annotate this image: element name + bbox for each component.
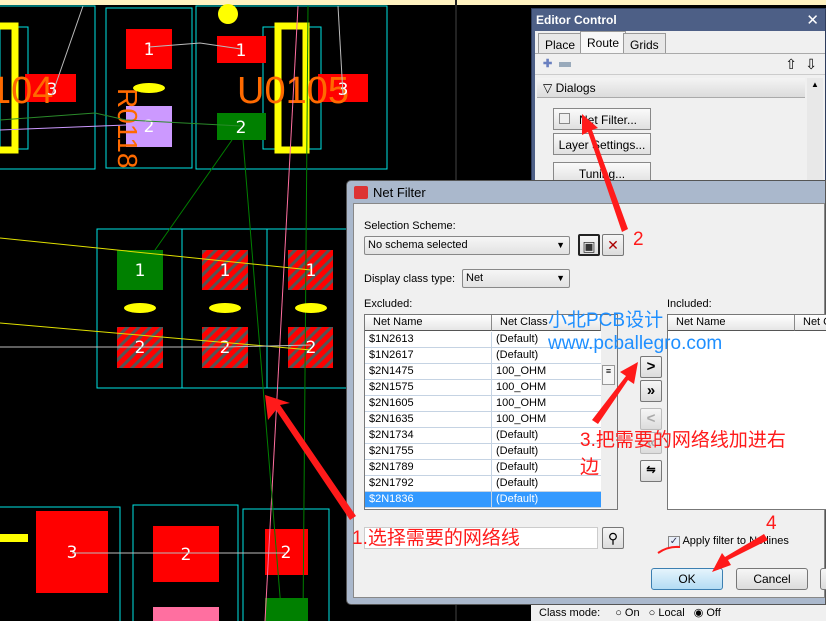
arrow-1 bbox=[265, 395, 356, 520]
arrow-4 bbox=[712, 534, 768, 572]
arrow-2 bbox=[582, 114, 628, 232]
annotation-step1: 1.选择需要的网络线 bbox=[352, 528, 520, 549]
annotation-step3-cont: 边 bbox=[580, 457, 600, 478]
annotation-step2: 2 bbox=[633, 229, 644, 250]
annotation-step4: 4 bbox=[766, 513, 777, 534]
annotation-step3: 3.把需要的网络线加进右 bbox=[580, 430, 786, 451]
arrow-3 bbox=[592, 362, 638, 424]
